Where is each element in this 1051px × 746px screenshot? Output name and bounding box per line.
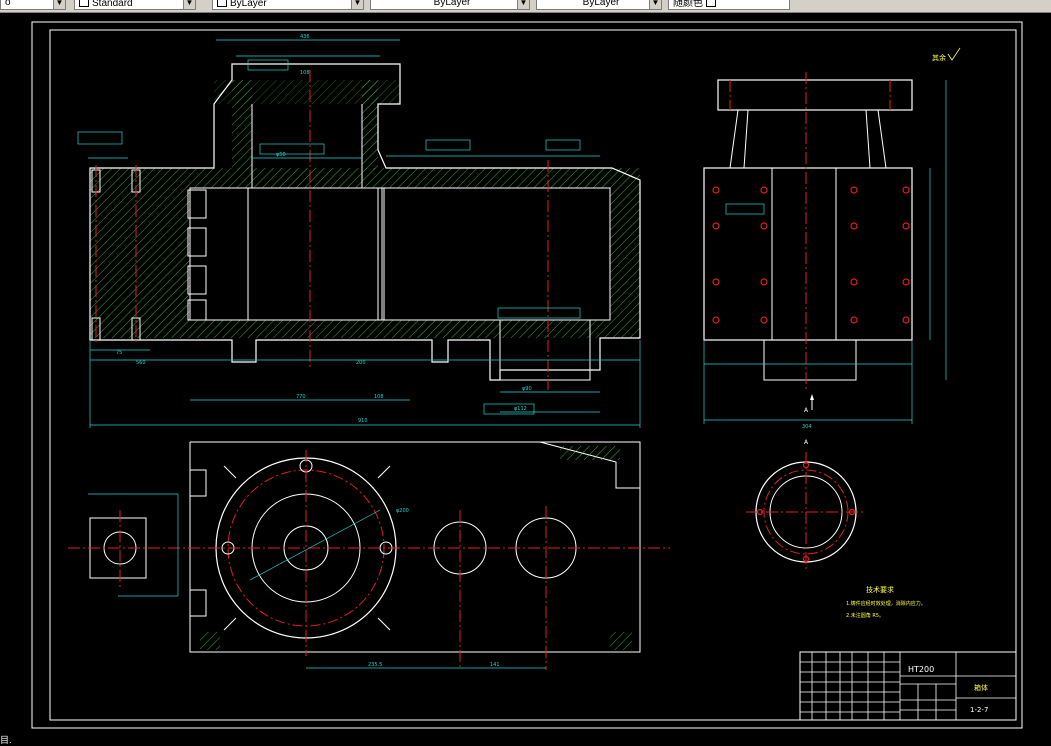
- chevron-down-icon[interactable]: ▼: [649, 0, 661, 9]
- chevron-down-icon[interactable]: ▼: [517, 0, 529, 9]
- chevron-down-icon[interactable]: ▼: [53, 0, 65, 9]
- left-wall-hatch: [90, 168, 190, 338]
- text-style-combo[interactable]: Standard ▼: [74, 0, 196, 10]
- svg-text:φ90: φ90: [522, 386, 532, 392]
- top-view[interactable]: 235.5 141 φ200: [68, 441, 670, 670]
- left-combo[interactable]: o ▼: [0, 0, 66, 10]
- svg-text:141: 141: [490, 662, 500, 668]
- technical-requirements: 技术要求 1.铸件应经时效处理，消除内应力。 2.未注圆角 R5。: [846, 585, 926, 619]
- svg-text:560: 560: [136, 360, 146, 366]
- svg-text:φ50: φ50: [276, 152, 286, 158]
- sheet-border: [31, 21, 1023, 729]
- text-style-value: Standard: [92, 0, 133, 9]
- side-view[interactable]: 304 A 其余: [703, 47, 961, 430]
- svg-text:200: 200: [356, 360, 366, 366]
- left-combo-value: o: [5, 0, 11, 8]
- svg-text:770: 770: [296, 394, 306, 400]
- inner-cavity: [189, 187, 611, 321]
- right-wall-hatch: [610, 168, 640, 338]
- title-material: HT200: [908, 665, 934, 674]
- svg-text:235.5: 235.5: [368, 662, 382, 668]
- lineweight-combo[interactable]: ByLayer ▼: [536, 0, 662, 10]
- svg-text:75: 75: [116, 350, 122, 356]
- drawing-canvas[interactable]: 436 108 560 770 108 200 75 φ50 φ90 φ112 …: [0, 12, 1051, 738]
- plot-style-combo[interactable]: 随颜色: [668, 0, 790, 10]
- linetype-value: ByLayer: [433, 0, 471, 8]
- side-bolt-holes: [712, 186, 910, 324]
- color-value: ByLayer: [230, 0, 267, 9]
- side-width-dimension: 304: [802, 424, 812, 430]
- linetype-combo[interactable]: ByLayer ▼: [370, 0, 530, 10]
- svg-text:φ112: φ112: [514, 406, 527, 412]
- lineweight-value: ByLayer: [582, 0, 620, 8]
- svg-text:436: 436: [300, 34, 310, 40]
- tower-flange-hatch: [214, 80, 400, 104]
- plot-style-value: 随颜色: [673, 0, 703, 9]
- overall-length-dimension: 910: [358, 418, 368, 424]
- section-a-view[interactable]: A: [746, 439, 866, 572]
- chevron-down-icon[interactable]: ▼: [183, 0, 195, 9]
- color-swatch-icon: [217, 0, 227, 7]
- chevron-down-icon[interactable]: ▼: [351, 0, 363, 9]
- plot-style-icon: [706, 0, 716, 7]
- title-drawing-number: 1-2-7: [970, 706, 988, 714]
- title-part-name: 箱体: [974, 683, 988, 692]
- surface-finish-icon: [947, 47, 961, 61]
- side-top-flange: [717, 79, 913, 111]
- tech-req-line-2: 2.未注圆角 R5。: [846, 612, 884, 619]
- svg-text:φ200: φ200: [396, 508, 409, 514]
- text-style-icon: [79, 0, 89, 7]
- bottom-wall-hatch: [190, 320, 610, 338]
- svg-text:108: 108: [374, 394, 384, 400]
- tech-req-line-1: 1.铸件应经时效处理，消除内应力。: [846, 600, 926, 607]
- section-label-a-bottom: A: [804, 439, 809, 446]
- tech-req-title: 技术要求: [866, 585, 894, 594]
- title-block[interactable]: HT200 箱体 1-2-7: [799, 651, 1017, 721]
- svg-text:108: 108: [300, 70, 310, 76]
- top-wall-hatch: [190, 168, 610, 188]
- side-body: [703, 167, 913, 341]
- front-view[interactable]: 436 108 560 770 108 200 75 φ50 φ90 φ112 …: [77, 34, 641, 428]
- surface-finish-note: 其余: [932, 53, 946, 62]
- color-combo[interactable]: ByLayer ▼: [212, 0, 364, 10]
- section-label-a-top: A: [804, 407, 809, 414]
